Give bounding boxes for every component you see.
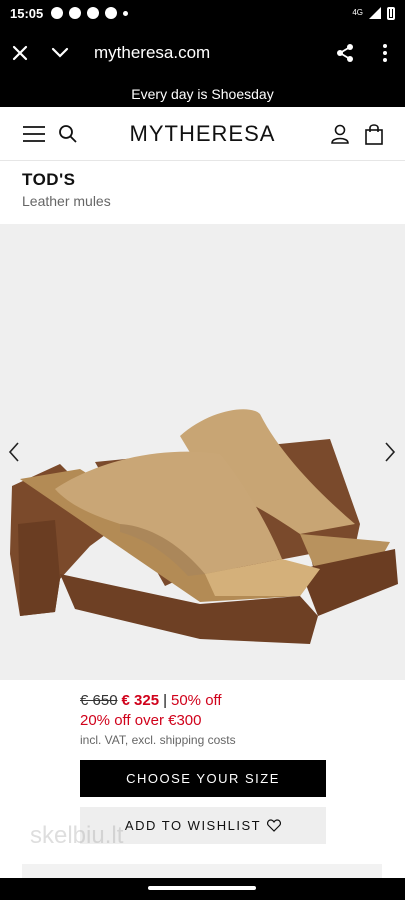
status-time: 15:05	[10, 5, 44, 21]
network-label: 4G	[352, 8, 363, 17]
notification-icons	[51, 7, 129, 19]
product-image	[10, 409, 398, 644]
kebab-menu-icon[interactable]	[365, 26, 405, 80]
heart-icon	[267, 819, 282, 832]
watermark: skelbiu.lt	[30, 822, 124, 849]
price-line: € 650 € 325 | 50% off	[80, 692, 222, 709]
chevron-down-icon[interactable]	[40, 26, 80, 80]
more-dot-icon	[123, 10, 129, 16]
promo-text: Every day is Shoesday	[131, 85, 274, 102]
product-brand[interactable]: TOD'S	[22, 170, 75, 190]
home-gesture-handle[interactable]	[148, 886, 256, 890]
sale-price: € 325	[121, 692, 160, 709]
prev-image-arrow[interactable]	[2, 437, 26, 467]
promo-discount: 20% off over €300	[80, 712, 202, 729]
bottom-panel	[22, 864, 382, 878]
url-field[interactable]: mytheresa.com	[94, 43, 325, 63]
product-name: Leather mules	[22, 193, 111, 209]
browser-toolbar: mytheresa.com	[0, 26, 405, 80]
share-icon[interactable]	[325, 26, 365, 80]
discount-badge: 50% off	[171, 692, 222, 709]
price-separator: |	[163, 692, 167, 709]
signal-icon	[369, 7, 381, 19]
account-icon[interactable]	[326, 120, 354, 148]
next-image-arrow[interactable]	[378, 437, 402, 467]
choose-size-button[interactable]: CHOOSE YOUR SIZE	[80, 760, 326, 797]
product-image-gallery[interactable]	[0, 224, 405, 680]
messenger-icon	[51, 7, 64, 19]
app-icon	[69, 7, 82, 19]
choose-size-label: CHOOSE YOUR SIZE	[126, 771, 280, 786]
status-bar: 15:05 4G	[0, 0, 405, 26]
chrome-icon	[87, 7, 100, 19]
chrome-icon	[105, 7, 118, 19]
system-nav-bar	[0, 878, 405, 900]
shopping-bag-icon[interactable]	[360, 120, 388, 148]
original-price: € 650	[80, 692, 118, 709]
wishlist-label: ADD TO WISHLIST	[124, 818, 262, 833]
close-icon[interactable]	[0, 26, 40, 80]
vat-note: incl. VAT, excl. shipping costs	[80, 733, 236, 747]
promo-banner[interactable]: Every day is Shoesday	[0, 80, 405, 107]
status-right: 4G	[352, 6, 395, 20]
site-header: MYTHERESA	[0, 107, 405, 161]
battery-icon	[387, 6, 395, 20]
